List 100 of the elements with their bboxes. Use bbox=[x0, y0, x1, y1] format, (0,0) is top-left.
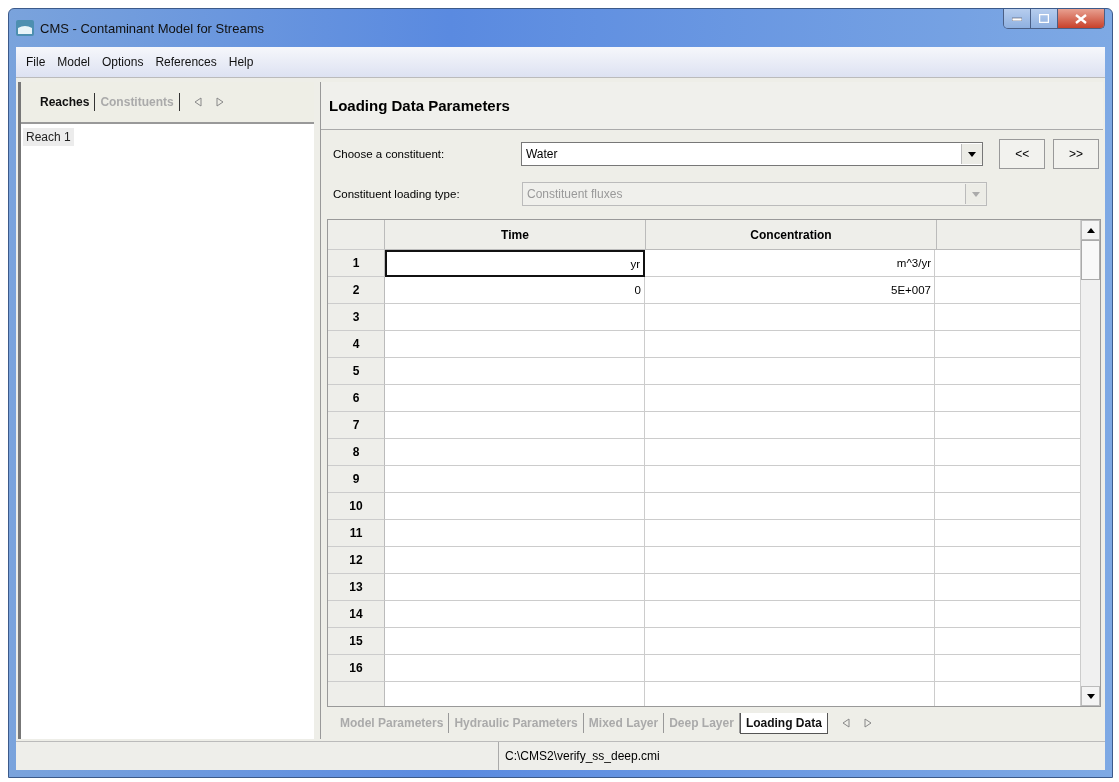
tab[interactable]: Reaches bbox=[35, 93, 96, 111]
menu-item[interactable]: Options bbox=[96, 55, 150, 69]
menu-item[interactable]: References bbox=[149, 55, 223, 69]
table-cell[interactable] bbox=[385, 331, 645, 358]
scroll-left-icon[interactable] bbox=[841, 718, 850, 728]
table-cell[interactable] bbox=[935, 466, 1080, 493]
minimize-button[interactable] bbox=[1004, 9, 1031, 28]
row-header: 9 bbox=[328, 466, 385, 493]
table-cell[interactable]: 5E+007 bbox=[645, 277, 935, 304]
table-cell[interactable] bbox=[935, 385, 1080, 412]
table-cell[interactable] bbox=[645, 601, 935, 628]
table-cell[interactable] bbox=[935, 682, 1080, 706]
table-cell[interactable] bbox=[935, 493, 1080, 520]
table-cell[interactable] bbox=[645, 385, 935, 412]
column-header: Concentration bbox=[646, 220, 937, 250]
table-cell[interactable] bbox=[385, 304, 645, 331]
caret-icon bbox=[972, 191, 980, 197]
table-cell[interactable]: m^3/yr bbox=[645, 250, 935, 277]
row-header: 3 bbox=[328, 304, 385, 331]
row-header: 14 bbox=[328, 601, 385, 628]
row-header: 6 bbox=[328, 385, 385, 412]
scrollbar-thumb[interactable] bbox=[1081, 240, 1100, 280]
table-cell[interactable] bbox=[385, 601, 645, 628]
table-cell[interactable] bbox=[385, 412, 645, 439]
row-header: 11 bbox=[328, 520, 385, 547]
row-header: 13 bbox=[328, 574, 385, 601]
constituent-dropdown[interactable]: Water bbox=[520, 142, 984, 166]
menu-item[interactable]: File bbox=[20, 55, 52, 69]
close-button[interactable] bbox=[1058, 9, 1104, 28]
panel-title: Loading Data Parameters bbox=[329, 97, 510, 114]
table-cell[interactable] bbox=[385, 574, 645, 601]
table-cell[interactable] bbox=[935, 412, 1080, 439]
table-cell[interactable] bbox=[645, 628, 935, 655]
table-cell[interactable] bbox=[935, 574, 1080, 601]
scroll-right-icon[interactable] bbox=[215, 97, 224, 107]
row-header: 8 bbox=[328, 439, 385, 466]
table-cell[interactable]: yr bbox=[385, 250, 645, 277]
caret-icon bbox=[968, 151, 977, 157]
row-header: 16 bbox=[328, 655, 385, 682]
table-cell[interactable]: 0 bbox=[385, 277, 645, 304]
table-cell[interactable] bbox=[645, 655, 935, 682]
maximize-icon bbox=[1039, 14, 1049, 23]
table-cell[interactable] bbox=[385, 628, 645, 655]
table-cell[interactable] bbox=[645, 304, 935, 331]
menu-item[interactable]: Model bbox=[51, 55, 97, 69]
previous-button[interactable]: << bbox=[999, 139, 1046, 169]
down-arrow-icon bbox=[1086, 693, 1095, 699]
table-cell[interactable] bbox=[385, 466, 645, 493]
table-cell[interactable] bbox=[935, 277, 1080, 304]
status-text: C:\CMS2\verify_ss_deep.cmi bbox=[504, 748, 660, 765]
next-button[interactable]: >> bbox=[1053, 139, 1099, 169]
scroll-left-icon[interactable] bbox=[193, 97, 202, 107]
row-header: 1 bbox=[328, 250, 385, 277]
row-header: 5 bbox=[328, 358, 385, 385]
table-cell[interactable] bbox=[645, 412, 935, 439]
table-cell[interactable] bbox=[935, 547, 1080, 574]
table-cell[interactable] bbox=[645, 439, 935, 466]
scroll-right-icon[interactable] bbox=[863, 718, 872, 728]
table-cell[interactable] bbox=[935, 520, 1080, 547]
table-cell[interactable] bbox=[645, 682, 935, 706]
table-cell[interactable] bbox=[385, 385, 645, 412]
list-item[interactable]: Reach 1 bbox=[23, 128, 74, 146]
window-title: CMS - Contaminant Model for Streams bbox=[40, 20, 264, 36]
table-cell[interactable] bbox=[935, 250, 1080, 277]
table-cell[interactable] bbox=[385, 655, 645, 682]
table-cell[interactable] bbox=[935, 601, 1080, 628]
table-cell[interactable] bbox=[935, 331, 1080, 358]
scroll-down-button[interactable] bbox=[1081, 686, 1100, 706]
table-cell[interactable] bbox=[385, 493, 645, 520]
tab[interactable]: Loading Data bbox=[739, 712, 828, 734]
table-cell[interactable] bbox=[385, 520, 645, 547]
row-header: 15 bbox=[328, 628, 385, 655]
close-icon bbox=[1075, 13, 1087, 24]
table-cell[interactable] bbox=[385, 547, 645, 574]
table-cell[interactable] bbox=[645, 331, 935, 358]
corner-cell bbox=[328, 220, 385, 250]
table-cell[interactable] bbox=[645, 547, 935, 574]
table-cell[interactable] bbox=[645, 574, 935, 601]
row-header: 2 bbox=[328, 277, 385, 304]
table-cell[interactable] bbox=[645, 493, 935, 520]
table-cell[interactable] bbox=[935, 655, 1080, 682]
row-header: 4 bbox=[328, 331, 385, 358]
table-cell[interactable] bbox=[385, 358, 645, 385]
table-cell[interactable] bbox=[645, 466, 935, 493]
table-cell[interactable] bbox=[385, 682, 645, 706]
scroll-up-button[interactable] bbox=[1081, 220, 1100, 240]
table-cell[interactable] bbox=[385, 439, 645, 466]
scrollbar[interactable] bbox=[1080, 220, 1100, 706]
table-cell[interactable] bbox=[645, 358, 935, 385]
table-cell[interactable] bbox=[935, 304, 1080, 331]
row-header: 10 bbox=[328, 493, 385, 520]
minimize-icon bbox=[1012, 16, 1022, 21]
row-header: 12 bbox=[328, 547, 385, 574]
column-header: Time bbox=[385, 220, 646, 250]
menu-item[interactable]: Help bbox=[222, 55, 260, 69]
table-cell[interactable] bbox=[935, 358, 1080, 385]
table-cell[interactable] bbox=[645, 520, 935, 547]
table-cell[interactable] bbox=[935, 439, 1080, 466]
maximize-button[interactable] bbox=[1031, 9, 1058, 28]
table-cell[interactable] bbox=[935, 628, 1080, 655]
